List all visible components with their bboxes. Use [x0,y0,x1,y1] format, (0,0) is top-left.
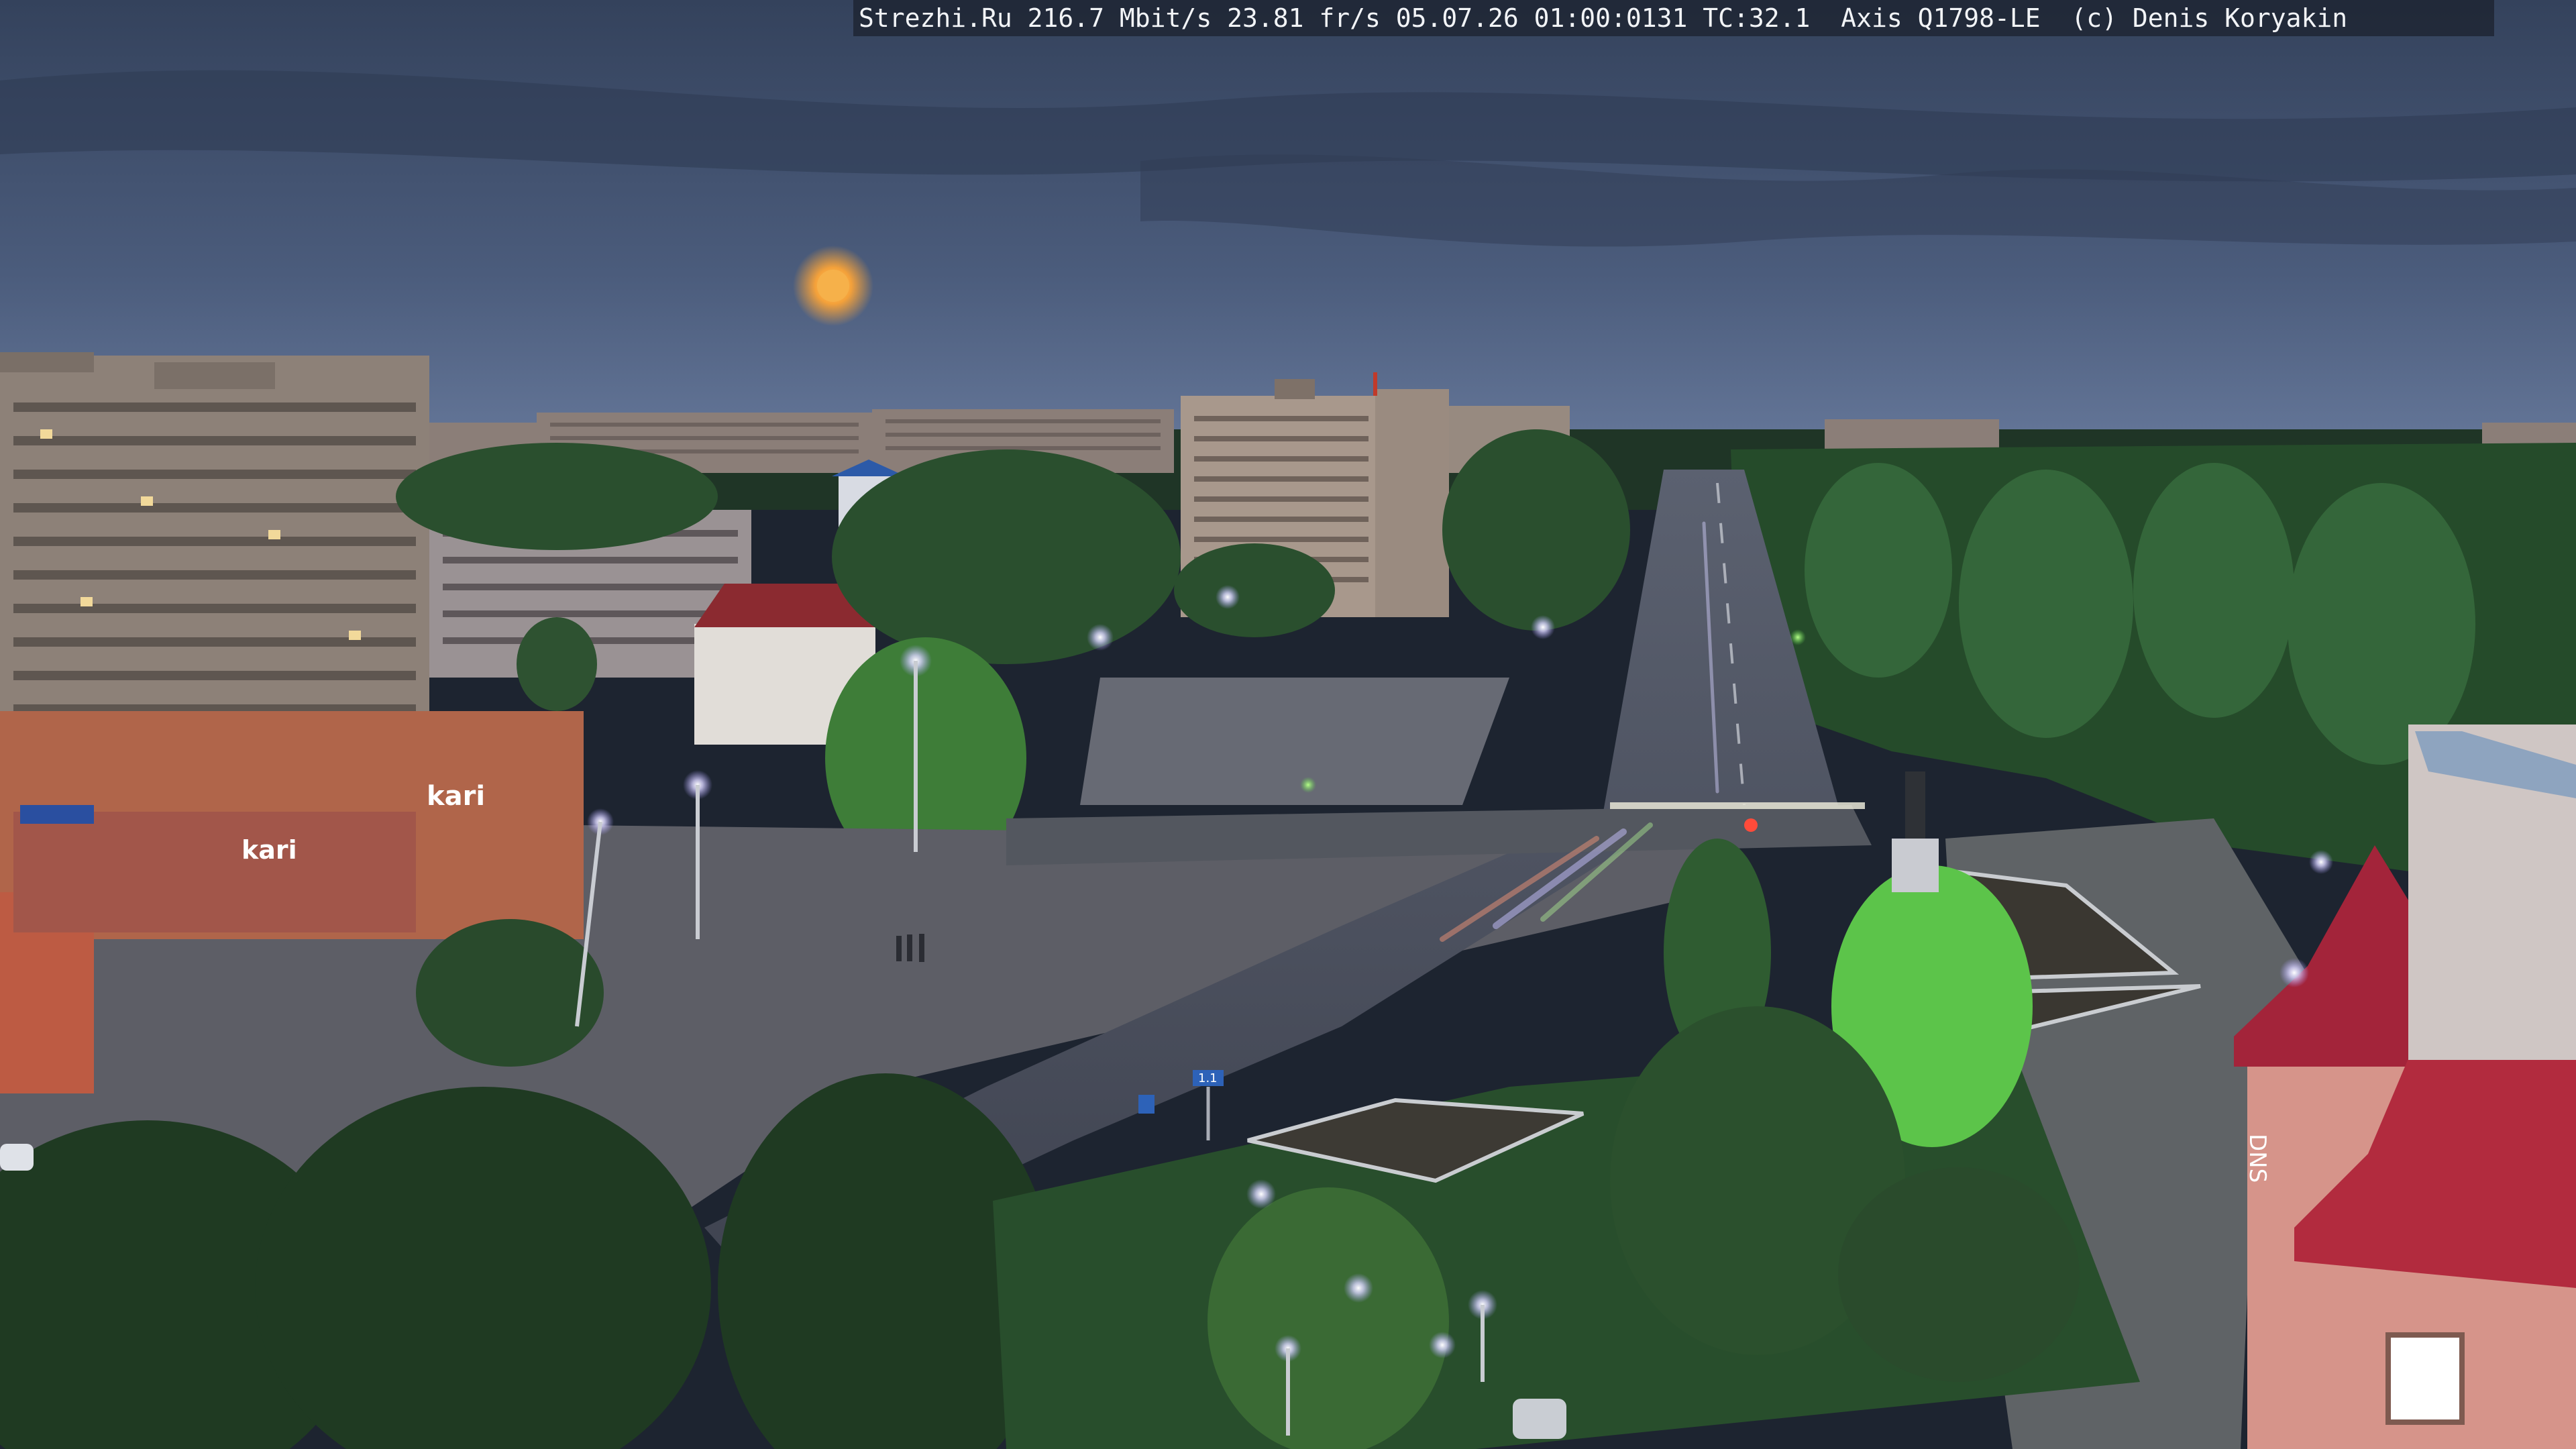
road-sign: 1.1 [1198,1071,1218,1085]
crosswalk [1610,802,1865,809]
store-sign: DNS [2244,1134,2271,1183]
monument [1892,771,1939,892]
store-sign: kari [427,781,485,812]
parking-lot [1080,678,1509,805]
store-sign-board [20,805,94,824]
webcam-scene: kari kari DNS 1.1 [0,0,2576,1449]
webcam-overlay-caption: Strezhi.Ru 216.7 Mbit/s 23.81 fr/s 05.07… [853,0,2494,36]
store-sign: kari [241,835,297,865]
pedestrians [896,934,924,962]
moon [817,270,849,302]
